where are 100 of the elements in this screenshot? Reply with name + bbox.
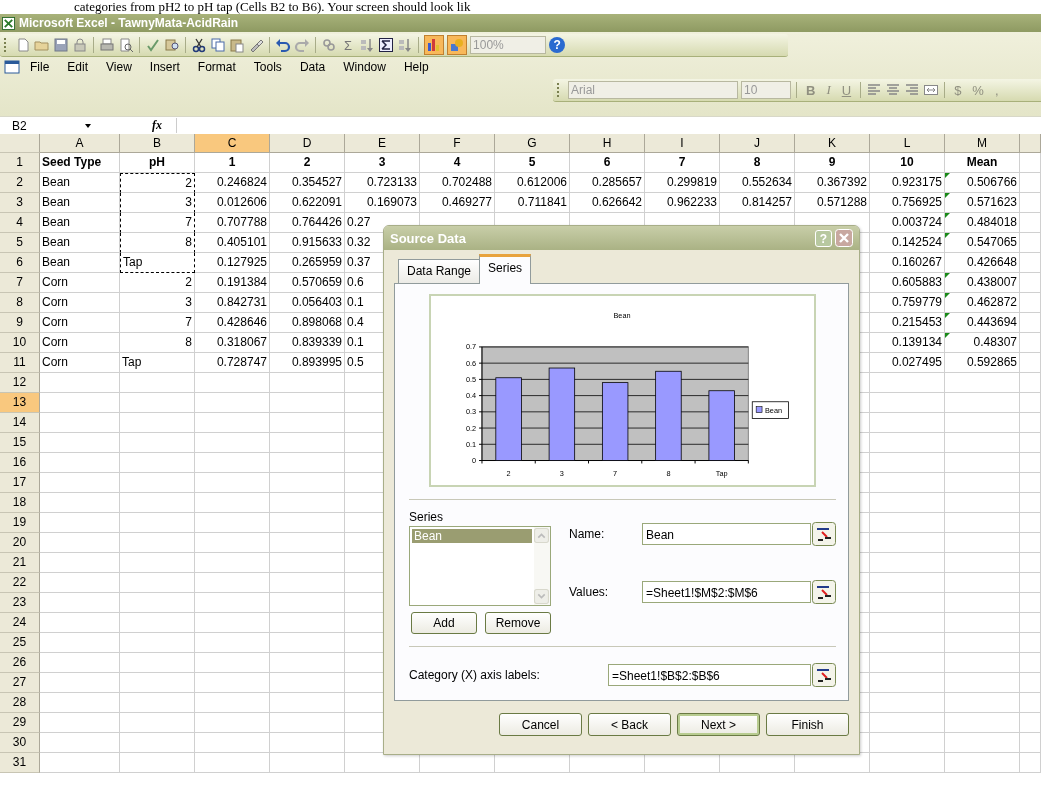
- column-header[interactable]: H: [570, 134, 645, 153]
- grid-cell[interactable]: [40, 613, 120, 633]
- grid-cell[interactable]: [270, 733, 345, 753]
- grid-cell[interactable]: [1020, 233, 1041, 253]
- grid-cell[interactable]: [120, 533, 195, 553]
- grid-cell[interactable]: 0.48307: [945, 333, 1020, 353]
- grid-cell[interactable]: [120, 413, 195, 433]
- grid-cell[interactable]: [120, 633, 195, 653]
- name-box[interactable]: B2: [0, 118, 84, 133]
- grid-cell[interactable]: 0.898068: [270, 313, 345, 333]
- grid-cell[interactable]: [270, 413, 345, 433]
- grid-cell[interactable]: [1020, 253, 1041, 273]
- grid-cell[interactable]: [270, 393, 345, 413]
- new-file-icon[interactable]: [15, 37, 31, 53]
- grid-cell[interactable]: [870, 573, 945, 593]
- grid-cell[interactable]: [870, 613, 945, 633]
- grid-cell[interactable]: [945, 673, 1020, 693]
- grid-cell[interactable]: [195, 413, 270, 433]
- row-header[interactable]: 30: [0, 733, 40, 753]
- grid-cell[interactable]: [40, 593, 120, 613]
- grid-cell[interactable]: Tap: [120, 353, 195, 373]
- column-header[interactable]: A: [40, 134, 120, 153]
- merge-cells-icon[interactable]: [923, 82, 940, 98]
- grid-cell[interactable]: [1020, 153, 1041, 173]
- save-icon[interactable]: [53, 37, 69, 53]
- grid-cell[interactable]: 0.160267: [870, 253, 945, 273]
- grid-cell[interactable]: 8: [120, 333, 195, 353]
- grid-cell[interactable]: [1020, 213, 1041, 233]
- grid-cell[interactable]: [195, 593, 270, 613]
- grid-cell[interactable]: [1020, 753, 1041, 773]
- grid-cell[interactable]: [195, 553, 270, 573]
- column-header[interactable]: E: [345, 134, 420, 153]
- grid-cell[interactable]: [1020, 673, 1041, 693]
- grid-cell[interactable]: [945, 573, 1020, 593]
- grid-cell[interactable]: [270, 373, 345, 393]
- grid-cell[interactable]: 2: [120, 273, 195, 293]
- dialog-button[interactable]: Finish: [766, 713, 849, 736]
- grid-cell[interactable]: 0.462872: [945, 293, 1020, 313]
- row-header[interactable]: 4: [0, 213, 40, 233]
- grid-cell[interactable]: [40, 373, 120, 393]
- grid-cell[interactable]: Bean: [40, 173, 120, 193]
- column-header[interactable]: K: [795, 134, 870, 153]
- menu-item[interactable]: Data: [291, 59, 334, 75]
- drawing-button[interactable]: [447, 35, 468, 55]
- grid-cell[interactable]: 0.626642: [570, 193, 645, 213]
- row-header[interactable]: 5: [0, 233, 40, 253]
- row-header[interactable]: 21: [0, 553, 40, 573]
- grid-cell[interactable]: Bean: [40, 193, 120, 213]
- grid-cell[interactable]: [40, 553, 120, 573]
- grid-cell[interactable]: 0.299819: [645, 173, 720, 193]
- grid-cell[interactable]: [195, 573, 270, 593]
- grid-cell[interactable]: [1020, 513, 1041, 533]
- grid-cell[interactable]: 1: [195, 153, 270, 173]
- column-header[interactable]: F: [420, 134, 495, 153]
- grid-cell[interactable]: [40, 413, 120, 433]
- grid-cell[interactable]: [120, 433, 195, 453]
- row-header[interactable]: 6: [0, 253, 40, 273]
- dialog-button[interactable]: < Back: [588, 713, 671, 736]
- grid-cell[interactable]: [195, 753, 270, 773]
- scrollbar[interactable]: [534, 527, 550, 605]
- grid-cell[interactable]: 0.756925: [870, 193, 945, 213]
- grid-cell[interactable]: [945, 413, 1020, 433]
- collapse-dialog-icon[interactable]: [812, 663, 836, 687]
- column-header[interactable]: B: [120, 134, 195, 153]
- grid-cell[interactable]: [195, 673, 270, 693]
- grid-cell[interactable]: [1020, 293, 1041, 313]
- collapse-dialog-icon[interactable]: [812, 522, 836, 546]
- grid-cell[interactable]: 0.405101: [195, 233, 270, 253]
- grid-cell[interactable]: 3: [345, 153, 420, 173]
- grid-cell[interactable]: [870, 733, 945, 753]
- grid-cell[interactable]: [945, 633, 1020, 653]
- grid-cell[interactable]: 8: [720, 153, 795, 173]
- grid-cell[interactable]: 0.469277: [420, 193, 495, 213]
- grid-cell[interactable]: [945, 653, 1020, 673]
- grid-cell[interactable]: 0.142524: [870, 233, 945, 253]
- grid-cell[interactable]: [40, 393, 120, 413]
- grid-cell[interactable]: [945, 613, 1020, 633]
- grid-cell[interactable]: Corn: [40, 293, 120, 313]
- grid-cell[interactable]: 0.426648: [945, 253, 1020, 273]
- grid-cell[interactable]: [120, 693, 195, 713]
- grid-cell[interactable]: Bean: [40, 213, 120, 233]
- grid-cell[interactable]: Corn: [40, 273, 120, 293]
- row-header[interactable]: 14: [0, 413, 40, 433]
- grid-cell[interactable]: 0.707788: [195, 213, 270, 233]
- grid-cell[interactable]: [1020, 473, 1041, 493]
- grid-cell[interactable]: [120, 733, 195, 753]
- grid-cell[interactable]: [870, 553, 945, 573]
- grid-cell[interactable]: [945, 453, 1020, 473]
- grid-cell[interactable]: [120, 373, 195, 393]
- grid-cell[interactable]: 0.723133: [345, 173, 420, 193]
- align-right-icon[interactable]: [904, 82, 921, 98]
- research-icon[interactable]: [164, 37, 180, 53]
- grid-cell[interactable]: 0.547065: [945, 233, 1020, 253]
- grid-cell[interactable]: [870, 513, 945, 533]
- grid-cell[interactable]: [1020, 413, 1041, 433]
- grid-cell[interactable]: [1020, 273, 1041, 293]
- grid-cell[interactable]: [120, 473, 195, 493]
- grid-cell[interactable]: Corn: [40, 353, 120, 373]
- grid-cell[interactable]: [40, 573, 120, 593]
- row-header[interactable]: 3: [0, 193, 40, 213]
